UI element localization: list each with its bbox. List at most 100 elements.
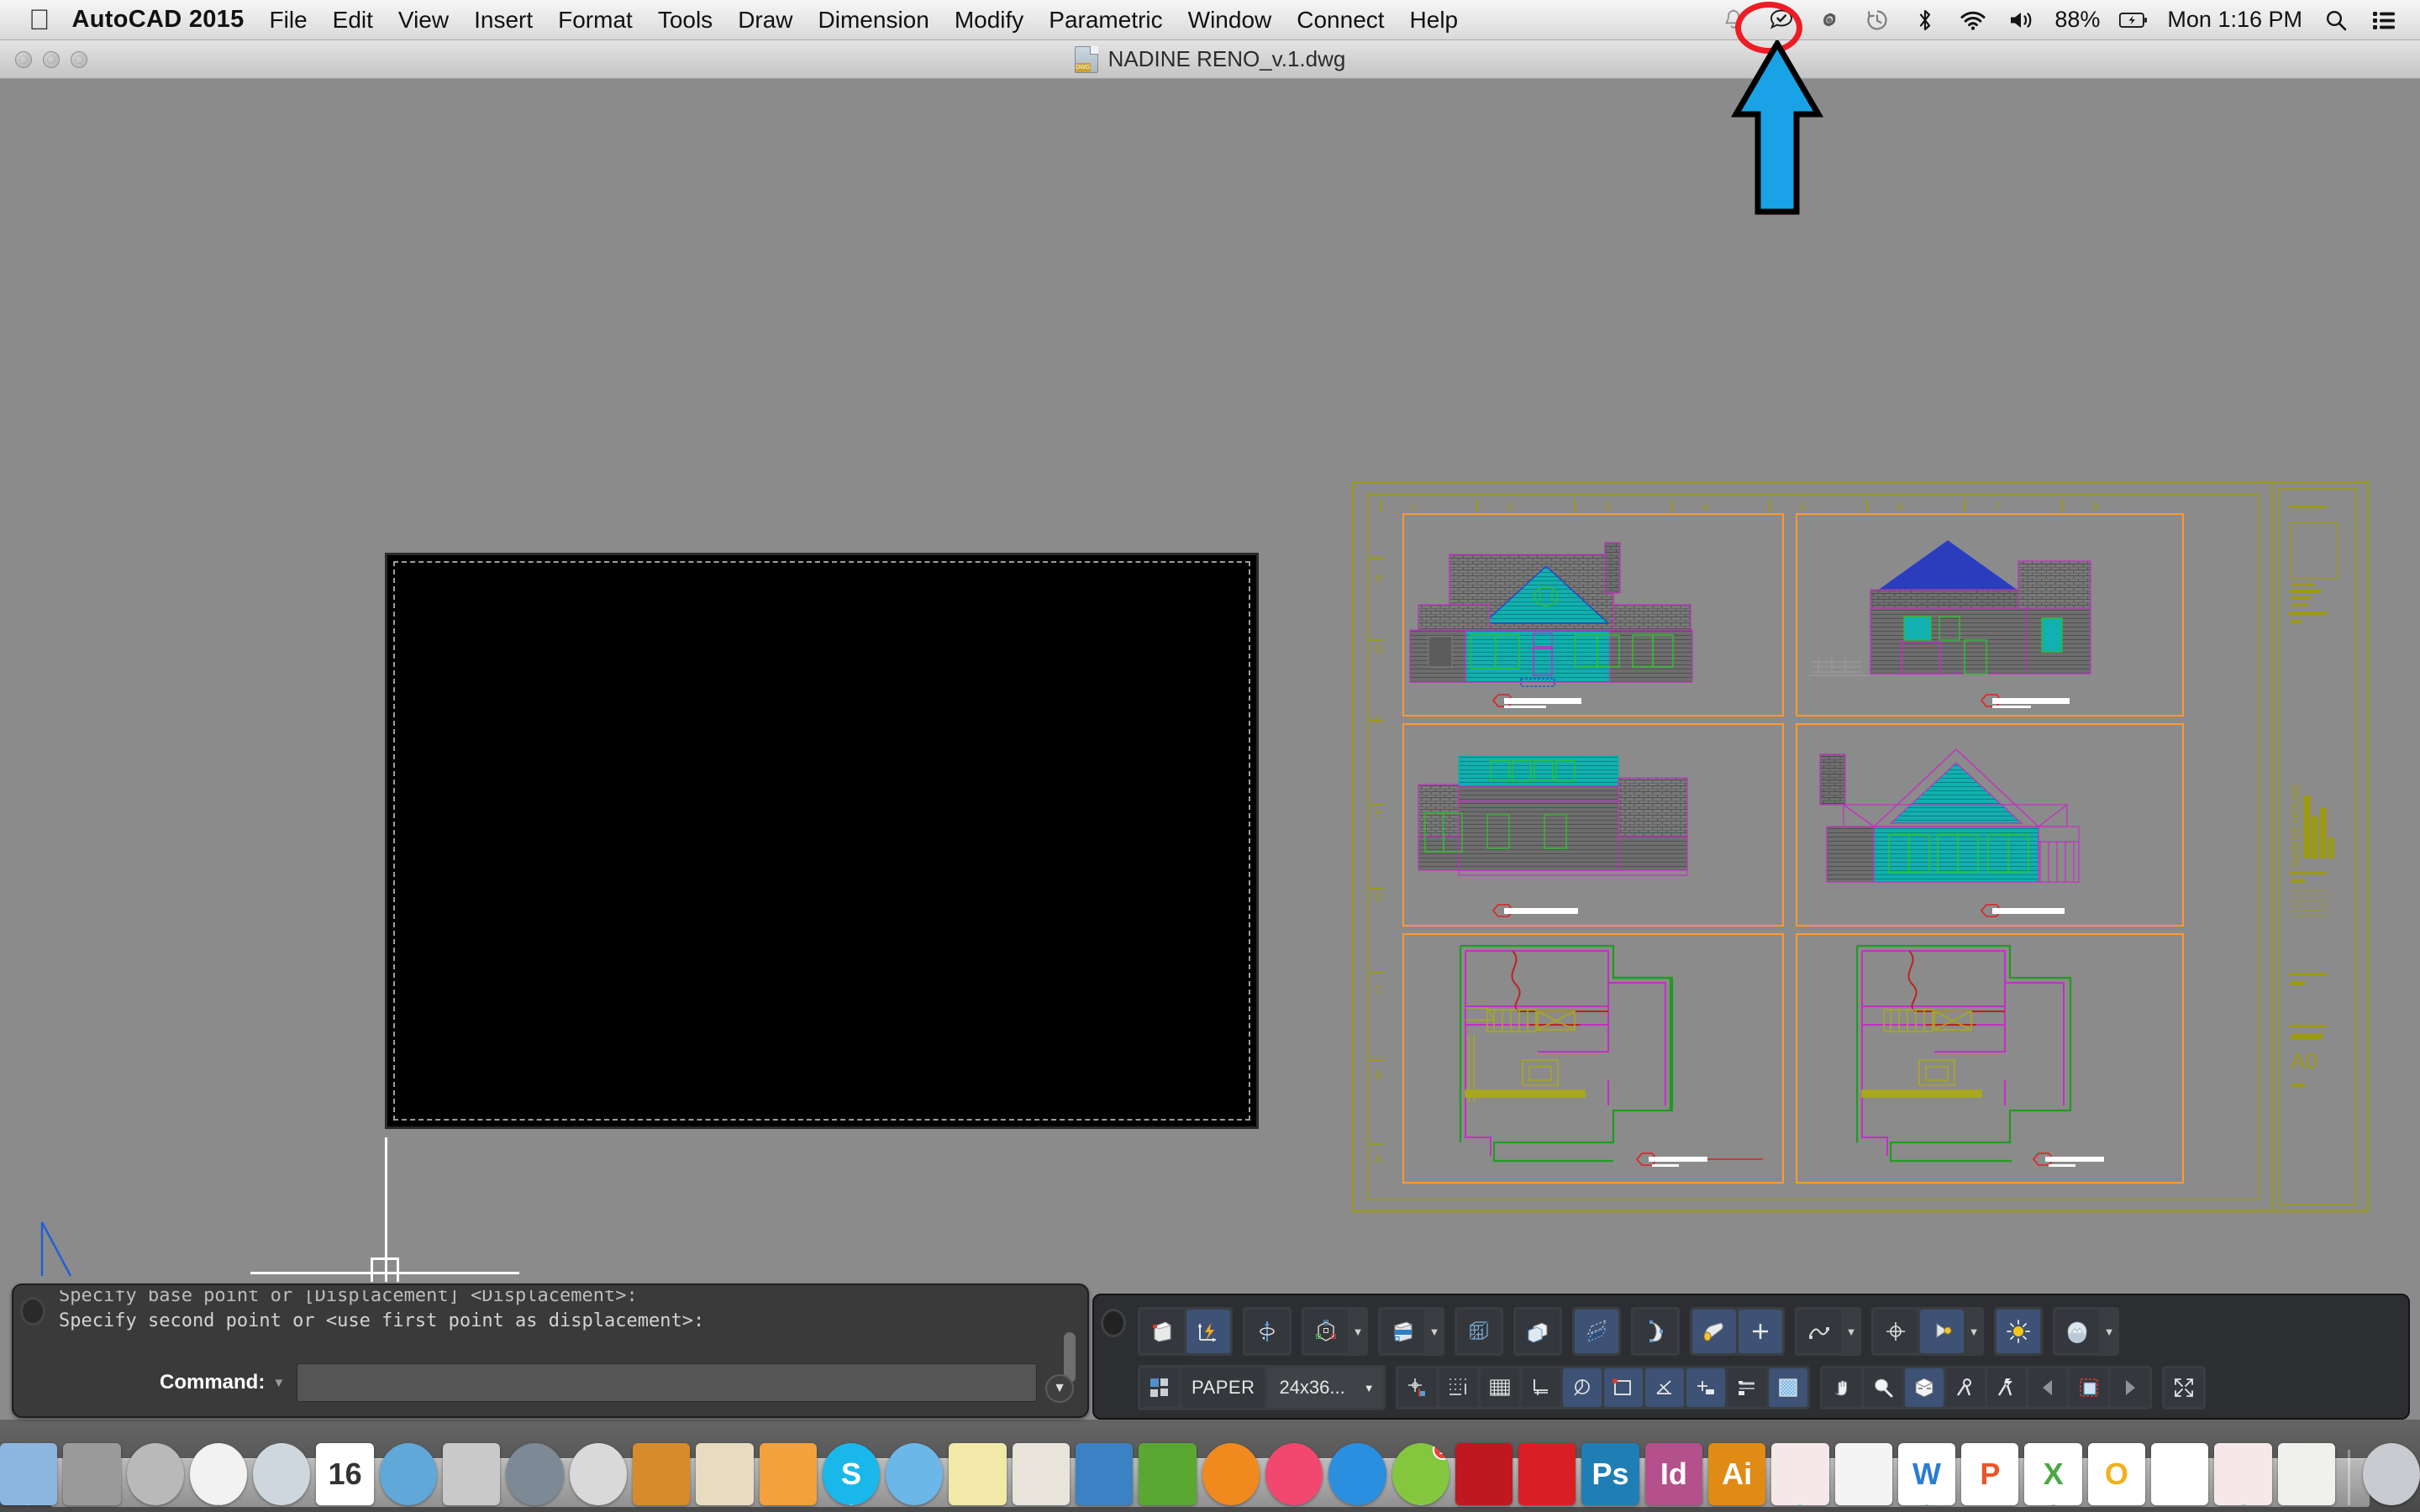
menu-window[interactable]: Window	[1188, 7, 1272, 34]
sky-background-icon[interactable]	[2055, 1310, 2099, 1353]
dock-item-adobe-reader[interactable]	[1834, 1443, 1892, 1505]
drawing-canvas[interactable]: 123 456 78 HGF EDC BA	[0, 79, 2420, 1282]
viewport-scale-combo[interactable]: 24x36... ▼	[1267, 1368, 1383, 1408]
light-icon[interactable]	[1920, 1310, 1964, 1353]
dock-item-microsoft-outlook[interactable]: O	[2087, 1443, 2146, 1505]
dock-item-autocad-2015[interactable]	[2214, 1443, 2272, 1505]
dynamic-input-icon[interactable]	[1686, 1368, 1725, 1407]
model-viewport[interactable]	[385, 553, 1259, 1129]
time-machine-icon[interactable]	[1863, 6, 1891, 34]
space-mode-label[interactable]: PAPER	[1181, 1368, 1265, 1408]
dock-item-skype[interactable]: S	[822, 1443, 881, 1505]
dock-item-microsoft-excel[interactable]: X	[2024, 1443, 2082, 1505]
chevron-down-icon[interactable]: ▼	[1350, 1310, 1365, 1353]
bell-icon[interactable]	[1719, 6, 1748, 34]
chevron-down-icon[interactable]: ▼	[1844, 1310, 1859, 1353]
pan-icon[interactable]	[1822, 1368, 1861, 1407]
paper-space-sheet[interactable]: 123 456 78 HGF EDC BA	[1351, 480, 2370, 1213]
object-snap-tracking-icon[interactable]	[1644, 1368, 1684, 1407]
dynamic-ucs-icon[interactable]	[1186, 1310, 1230, 1353]
dock-item-keynote[interactable]	[1076, 1443, 1134, 1505]
dropbox-spiral-icon[interactable]	[1815, 6, 1844, 34]
menu-view[interactable]: View	[398, 7, 449, 34]
sun-status-icon[interactable]	[1996, 1310, 2040, 1353]
dock-item-ilife-suite[interactable]	[632, 1443, 691, 1505]
dock-item-adobe-acrobat-update[interactable]	[2151, 1443, 2209, 1505]
spotlight-search-icon[interactable]	[2322, 6, 2350, 34]
menu-edit[interactable]: Edit	[333, 7, 373, 34]
menu-bar-clock[interactable]: Mon 1:16 PM	[2167, 7, 2302, 33]
mesh-icon[interactable]	[1797, 1310, 1841, 1353]
menu-file[interactable]: File	[270, 7, 308, 34]
dock-item-adobe-illustrator[interactable]: Ai	[1708, 1443, 1766, 1505]
workspace-3d-solid-icon[interactable]	[1140, 1310, 1184, 1353]
chevron-down-icon[interactable]: ▼	[2102, 1310, 2117, 1353]
model-paper-toggle-icon[interactable]	[1140, 1368, 1179, 1407]
revolve-icon[interactable]	[1245, 1310, 1289, 1353]
dock-item-trash[interactable]	[2362, 1443, 2420, 1505]
chevron-down-icon[interactable]: ▼	[1427, 1310, 1442, 1353]
menu-insert[interactable]: Insert	[474, 7, 533, 34]
lineweight-icon[interactable]	[1727, 1368, 1766, 1407]
ortho-mode-icon[interactable]	[1521, 1368, 1560, 1407]
surface-curve-icon[interactable]	[1634, 1310, 1677, 1353]
dock-item-adobe-indesign[interactable]: Id	[1644, 1443, 1702, 1505]
menu-parametric[interactable]: Parametric	[1049, 7, 1162, 34]
notification-center-icon[interactable]	[2370, 6, 2398, 34]
dock-item-calendar[interactable]: 16	[316, 1443, 374, 1505]
cylinder-icon[interactable]	[1692, 1310, 1736, 1353]
dock-item-pages[interactable]	[759, 1443, 817, 1505]
solid-box-icon[interactable]	[1516, 1310, 1560, 1353]
dock-item-calculator[interactable]	[569, 1443, 627, 1505]
menu-dimension[interactable]: Dimension	[818, 7, 929, 34]
steering-wheel-icon[interactable]	[1945, 1368, 1985, 1407]
annotation-visibility-icon[interactable]	[2069, 1368, 2108, 1407]
chevron-down-icon[interactable]: ▼	[1966, 1310, 1981, 1353]
dock-item-app-store[interactable]	[1328, 1443, 1386, 1505]
command-dropdown-icon[interactable]: ▼	[272, 1376, 285, 1390]
dock-item-stickies[interactable]	[949, 1443, 1007, 1505]
previous-arrow-icon[interactable]	[2028, 1368, 2067, 1407]
section-plane-icon[interactable]	[1575, 1310, 1618, 1353]
dock-item-messages[interactable]	[886, 1443, 944, 1505]
volume-icon[interactable]	[2007, 6, 2035, 34]
menu-draw[interactable]: Draw	[738, 7, 792, 34]
command-window[interactable]: Specify base point or [Displacement] <Di…	[12, 1284, 1089, 1418]
command-window-grip[interactable]	[20, 1297, 45, 1326]
transparency-icon[interactable]	[1768, 1368, 1807, 1407]
dock-item-google-chrome[interactable]	[189, 1443, 248, 1505]
dock-item-ibooks[interactable]	[1202, 1443, 1260, 1505]
dock-item-numbers[interactable]	[1139, 1443, 1197, 1505]
chevron-down-icon[interactable]: ▼	[1364, 1382, 1375, 1394]
dock-item-stickies-notes[interactable]	[696, 1443, 754, 1505]
dock-item-system-preferences[interactable]	[63, 1443, 121, 1505]
dock-item-adobe-acrobat[interactable]	[1518, 1443, 1576, 1505]
dock-item-microsoft-word[interactable]: W	[1897, 1443, 1956, 1505]
grid-display-icon[interactable]	[1480, 1368, 1519, 1407]
menu-format[interactable]: Format	[558, 7, 633, 34]
dock-item-iphoto[interactable]	[379, 1443, 438, 1505]
menu-modify[interactable]: Modify	[955, 7, 1023, 34]
osnap-icon[interactable]	[1397, 1368, 1437, 1407]
viewcube-icon[interactable]	[1904, 1368, 1944, 1407]
dock-item-itunes[interactable]	[1265, 1443, 1323, 1505]
status-bar-grip[interactable]	[1101, 1309, 1126, 1337]
3d-object-snap-icon[interactable]	[1304, 1310, 1348, 1353]
battery-charging-icon[interactable]	[2119, 6, 2148, 34]
wifi-icon[interactable]	[1959, 6, 1987, 34]
dock-item-downloads-folder[interactable]	[2277, 1443, 2335, 1505]
gizmo-icon[interactable]	[1874, 1310, 1918, 1353]
next-arrow-icon[interactable]	[2110, 1368, 2149, 1407]
apple-logo-icon[interactable]: 	[29, 6, 50, 34]
dock-item-autocad[interactable]	[1771, 1443, 1829, 1505]
command-expand-icon[interactable]: ▼	[1045, 1374, 1074, 1403]
union-icon[interactable]	[1739, 1310, 1782, 1353]
quick-properties-icon[interactable]	[1986, 1368, 2026, 1407]
menu-tools[interactable]: Tools	[658, 7, 713, 34]
status-bar-palette[interactable]: ▼ ▼ ▼ ▼ ▼ PAPER 24x36... ▼	[1092, 1294, 2410, 1420]
menu-help[interactable]: Help	[1410, 7, 1459, 34]
clean-screen-icon[interactable]	[2164, 1368, 2203, 1407]
snap-mode-icon[interactable]	[1439, 1368, 1478, 1407]
dock-item-facetime[interactable]	[506, 1443, 564, 1505]
checkmark-badge-icon[interactable]	[1767, 6, 1796, 34]
